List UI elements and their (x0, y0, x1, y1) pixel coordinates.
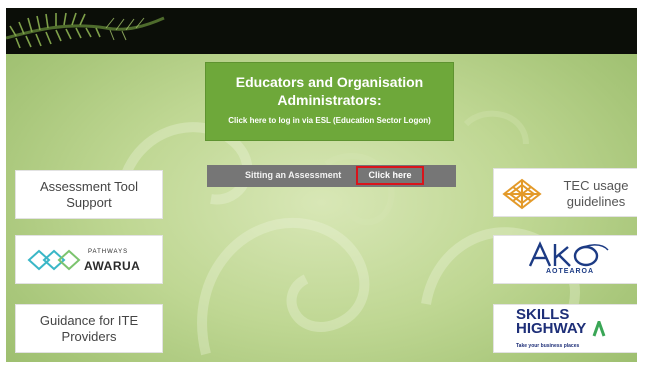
tec-label: TEC usage guidelines (563, 178, 629, 209)
pathways-logo-icon (27, 249, 81, 271)
page-frame: Educators and Organisation Administrator… (0, 0, 645, 367)
awarua-label: AWARUA (84, 259, 141, 273)
esl-login-link[interactable]: Click here to log in via ESL (Education … (206, 116, 453, 125)
skills-highway-tile[interactable]: SKILLS HIGHWAY Take your business places (493, 304, 637, 353)
tec-usage-tile[interactable]: TEC usage guidelines (493, 168, 637, 217)
header-banner (6, 8, 637, 54)
support-label: Assessment Tool Support (39, 179, 139, 210)
educators-title: Educators and Organisation Administrator… (235, 74, 424, 108)
assessment-bar: Sitting an Assessment Click here (207, 165, 456, 187)
ite-guidance-tile[interactable]: Guidance for ITE Providers (15, 304, 163, 353)
assessment-tool-support-tile[interactable]: Assessment Tool Support (15, 170, 163, 219)
educators-login-button[interactable]: Educators and Organisation Administrator… (205, 62, 454, 141)
pathways-small-text: PATHWAYS (88, 249, 129, 255)
fern-graphic (6, 12, 165, 49)
aotearoa-label: AOTEAROA (546, 268, 595, 275)
ako-aotearoa-tile[interactable]: AOTEAROA (493, 235, 637, 284)
highway-road-icon (592, 321, 606, 337)
tec-logo-icon (502, 178, 542, 210)
ako-logo-icon (528, 241, 609, 267)
highway-tagline: Take your business places (516, 343, 580, 349)
assessment-click-here-button[interactable]: Click here (356, 166, 424, 185)
guidance-label: Guidance for ITE Providers (39, 313, 139, 344)
assessment-label: Sitting an Assessment (245, 170, 342, 180)
pathways-awarua-tile[interactable]: PATHWAYS AWARUA (15, 235, 163, 284)
landing-stage: Educators and Organisation Administrator… (6, 8, 637, 362)
highway-label: HIGHWAY (516, 320, 587, 337)
